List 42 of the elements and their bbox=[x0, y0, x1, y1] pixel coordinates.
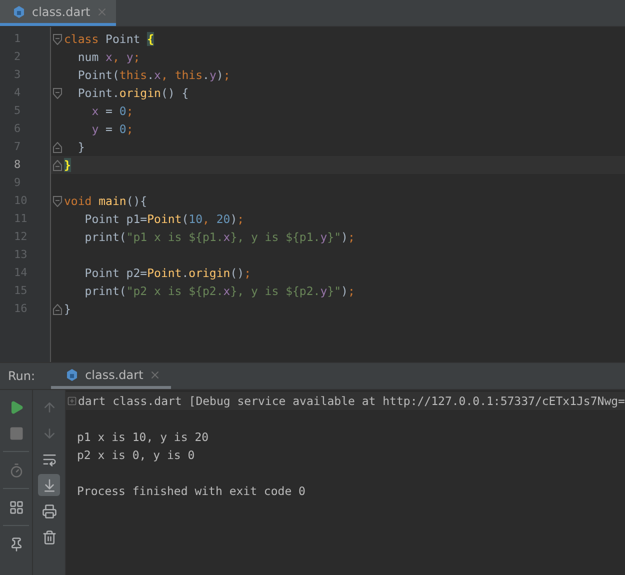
fold-marker-icon[interactable] bbox=[53, 88, 62, 98]
print-icon bbox=[42, 504, 56, 518]
trash-icon bbox=[42, 530, 56, 544]
code-line: } bbox=[64, 301, 71, 318]
dart-file-icon bbox=[12, 4, 26, 18]
run-label: Run: bbox=[7, 369, 36, 383]
scroll-to-end-button[interactable] bbox=[38, 474, 60, 496]
code-line: print("p1 x is ${p1.x}, y is ${p1.y}"); bbox=[84, 229, 355, 246]
code-line: Point p1=Point(10, 20); bbox=[84, 211, 244, 228]
expand-icon[interactable] bbox=[67, 396, 77, 406]
soft-wrap-icon bbox=[42, 452, 56, 466]
run-icon bbox=[8, 400, 24, 414]
layout-icon bbox=[8, 500, 24, 514]
code-line: void main(){ bbox=[64, 193, 148, 210]
pin-icon bbox=[8, 536, 24, 552]
arrow-down-icon bbox=[42, 426, 56, 440]
stop-icon bbox=[8, 426, 24, 440]
fold-marker-icon[interactable] bbox=[53, 196, 62, 206]
code-line: print("p2 x is ${p2.x}, y is ${p2.y}"); bbox=[84, 283, 355, 300]
line-number: 8 bbox=[13, 157, 22, 173]
code-line: Point.origin() { bbox=[76, 85, 189, 102]
fold-marker-icon[interactable] bbox=[53, 34, 62, 44]
scroll-to-end-icon bbox=[42, 478, 56, 492]
editor-tab[interactable]: class.dart bbox=[0, 0, 116, 26]
dart-file-icon bbox=[65, 368, 80, 382]
code-line: Point p2=Point.origin(); bbox=[84, 265, 251, 282]
code-line: } bbox=[76, 139, 85, 156]
fold-marker-icon[interactable] bbox=[53, 142, 62, 152]
console-output: p1 x is 10, y is 20 bbox=[76, 429, 210, 446]
close-icon[interactable] bbox=[96, 6, 108, 18]
console-output: Process finished with exit code 0 bbox=[76, 483, 306, 500]
code-line: y = 0; bbox=[90, 121, 134, 138]
close-icon[interactable] bbox=[149, 368, 162, 380]
console-output: p2 x is 0, y is 0 bbox=[76, 447, 196, 464]
code-line: x = 0; bbox=[90, 103, 134, 120]
code-line: class Point { bbox=[64, 31, 154, 48]
code-line: Point(this.x, this.y); bbox=[76, 67, 230, 84]
console-command: dart class.dart [Debug service available at http://127.0.0.1:57337/cETx1Js7Nwg= bbox=[78, 393, 625, 410]
fold-marker-icon[interactable] bbox=[53, 160, 62, 170]
fold-marker-icon[interactable] bbox=[53, 304, 62, 314]
timer-icon bbox=[8, 462, 24, 478]
code-line: num x, y; bbox=[76, 49, 140, 66]
